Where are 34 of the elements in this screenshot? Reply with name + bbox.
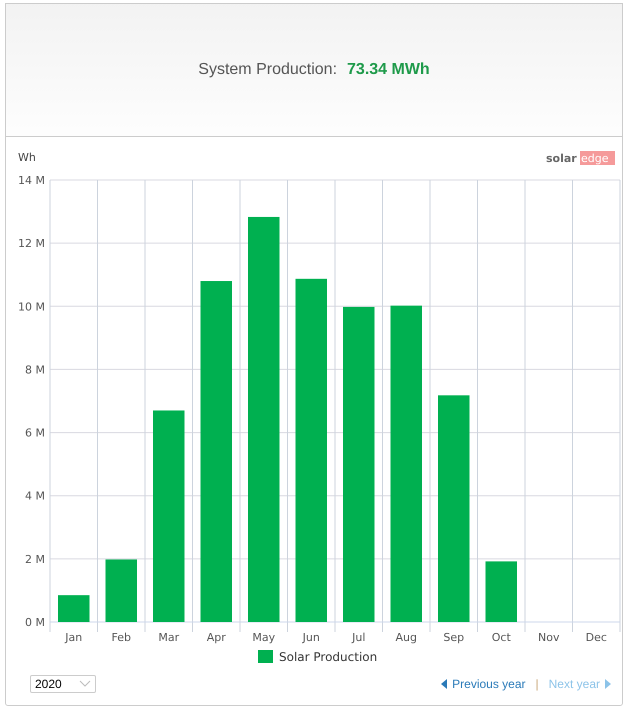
y-axis-label: 12 M (18, 237, 45, 250)
y-axis-label: 6 M (25, 426, 45, 440)
separator: | (536, 677, 539, 691)
previous-year-link[interactable]: Previous year (441, 677, 526, 691)
x-axis-label: Jan (65, 631, 82, 644)
summary-value: 73.34 MWh (347, 61, 430, 79)
y-axis-label: 8 M (25, 363, 45, 376)
triangle-left-icon (441, 679, 448, 689)
chevron-down-icon (79, 680, 91, 688)
y-axis-label: 14 M (18, 174, 45, 187)
x-axis-label: Oct (492, 631, 511, 644)
y-axis-label: 0 M (25, 616, 45, 629)
axis-unit-label: Wh (18, 151, 36, 164)
x-axis-label: Sep (443, 631, 464, 644)
triangle-right-icon (605, 679, 611, 689)
bar (106, 560, 137, 622)
brand-logo: solar edge (546, 151, 615, 165)
x-axis-label: Feb (112, 631, 131, 644)
x-axis-label: Dec (586, 631, 607, 644)
x-axis-label: Aug (396, 631, 417, 644)
legend-label: Solar Production (279, 650, 378, 664)
x-axis-label: May (252, 631, 276, 644)
y-axis-label: 2 M (25, 552, 45, 566)
x-axis-label: Jun (302, 631, 320, 644)
bar (486, 561, 517, 622)
x-axis-label: Apr (206, 631, 226, 644)
y-axis-label: 4 M (25, 490, 45, 503)
year-select[interactable]: 2020 (30, 675, 96, 693)
summary-label: System Production: (198, 61, 338, 79)
x-axis-label: Jul (352, 631, 366, 644)
bar (58, 595, 90, 622)
x-axis-label: Nov (538, 631, 560, 644)
y-axis-label: 10 M (18, 300, 45, 314)
x-axis-label: Mar (158, 631, 180, 644)
